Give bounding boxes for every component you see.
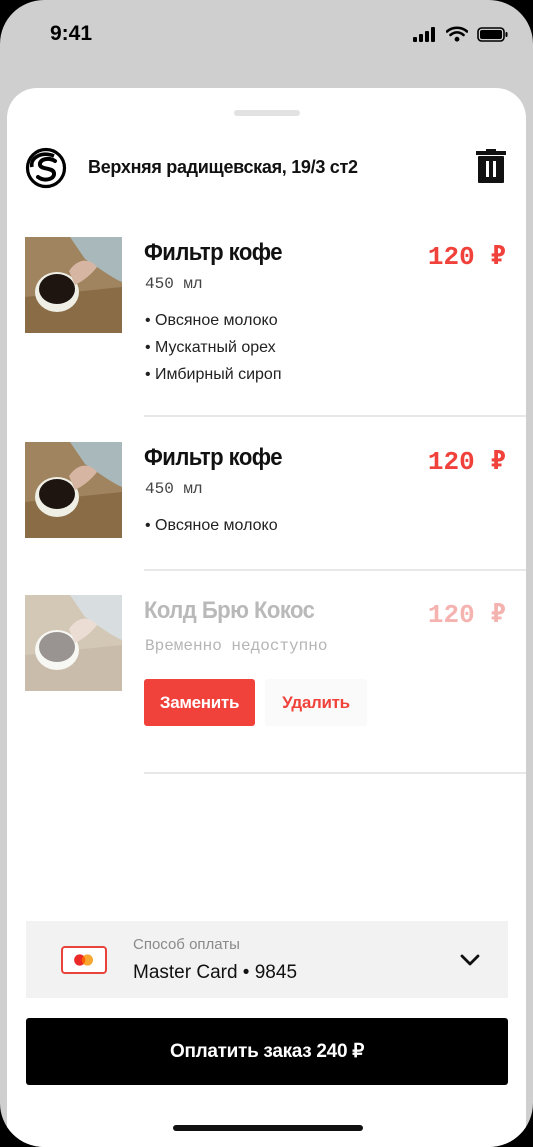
wifi-icon [446,26,468,42]
addon: Овсяное молоко [145,516,278,543]
item-photo [25,442,122,538]
addon: Овсяное молоко [145,311,281,338]
payment-label: Способ оплаты [133,936,240,953]
item-divider [144,415,526,417]
delete-button[interactable]: Удалить [265,679,367,726]
item-divider [144,569,526,571]
item-name: Фильтр кофе [144,239,283,266]
trash-icon[interactable] [476,149,506,183]
order-sheet: Верхняя радищевская, 19/3 ст2 Фильтр коф… [7,88,526,1147]
item-addons: Овсяное молоко Мускатный орех Имбирный с… [145,311,281,392]
status-icons [413,26,509,42]
item-name: Колд Брю Кокос [144,597,315,624]
unavailable-note: Временно недоступно [145,637,328,655]
status-bar: 9:41 [0,0,533,72]
phone-frame: 9:41 Верхняя радищевская, 19/3 ст2 Фильт… [0,0,533,1147]
cellular-signal-icon [413,26,435,42]
item-price: 120 ₽ [427,447,506,477]
item-divider [144,772,526,774]
item-volume: 450 мл [145,275,203,293]
mastercard-icon [61,946,107,974]
item-addons: Овсяное молоко [145,516,278,543]
addon: Имбирный сироп [145,365,281,392]
item-name: Фильтр кофе [144,444,283,471]
coffee-logo-icon [25,147,67,189]
pay-order-button[interactable]: Оплатить заказ 240 ₽ [26,1018,508,1085]
cart-item: Фильтр кофе 450 мл 120 ₽ Овсяное молоко [7,442,526,572]
item-photo [25,595,122,691]
item-volume: 450 мл [145,480,203,498]
sheet-grabber[interactable] [234,110,300,116]
chevron-down-icon [460,954,480,966]
addon: Мускатный орех [145,338,281,365]
replace-button[interactable]: Заменить [144,679,255,726]
item-price: 120 ₽ [427,242,506,272]
item-price: 120 ₽ [427,600,506,630]
payment-method-selector[interactable]: Способ оплаты Master Card • 9845 [26,921,508,998]
battery-icon [477,26,508,42]
home-indicator [173,1125,363,1131]
store-address: Верхняя радищевская, 19/3 ст2 [88,157,358,177]
status-time: 9:41 [50,22,93,45]
order-header: Верхняя радищевская, 19/3 ст2 [7,142,526,194]
cart-item-unavailable: Колд Брю Кокос Временно недоступно 120 ₽… [7,595,526,775]
payment-method-value: Master Card • 9845 [133,962,298,983]
cart-item: Фильтр кофе 450 мл 120 ₽ Овсяное молоко … [7,237,526,417]
item-photo [25,237,122,333]
